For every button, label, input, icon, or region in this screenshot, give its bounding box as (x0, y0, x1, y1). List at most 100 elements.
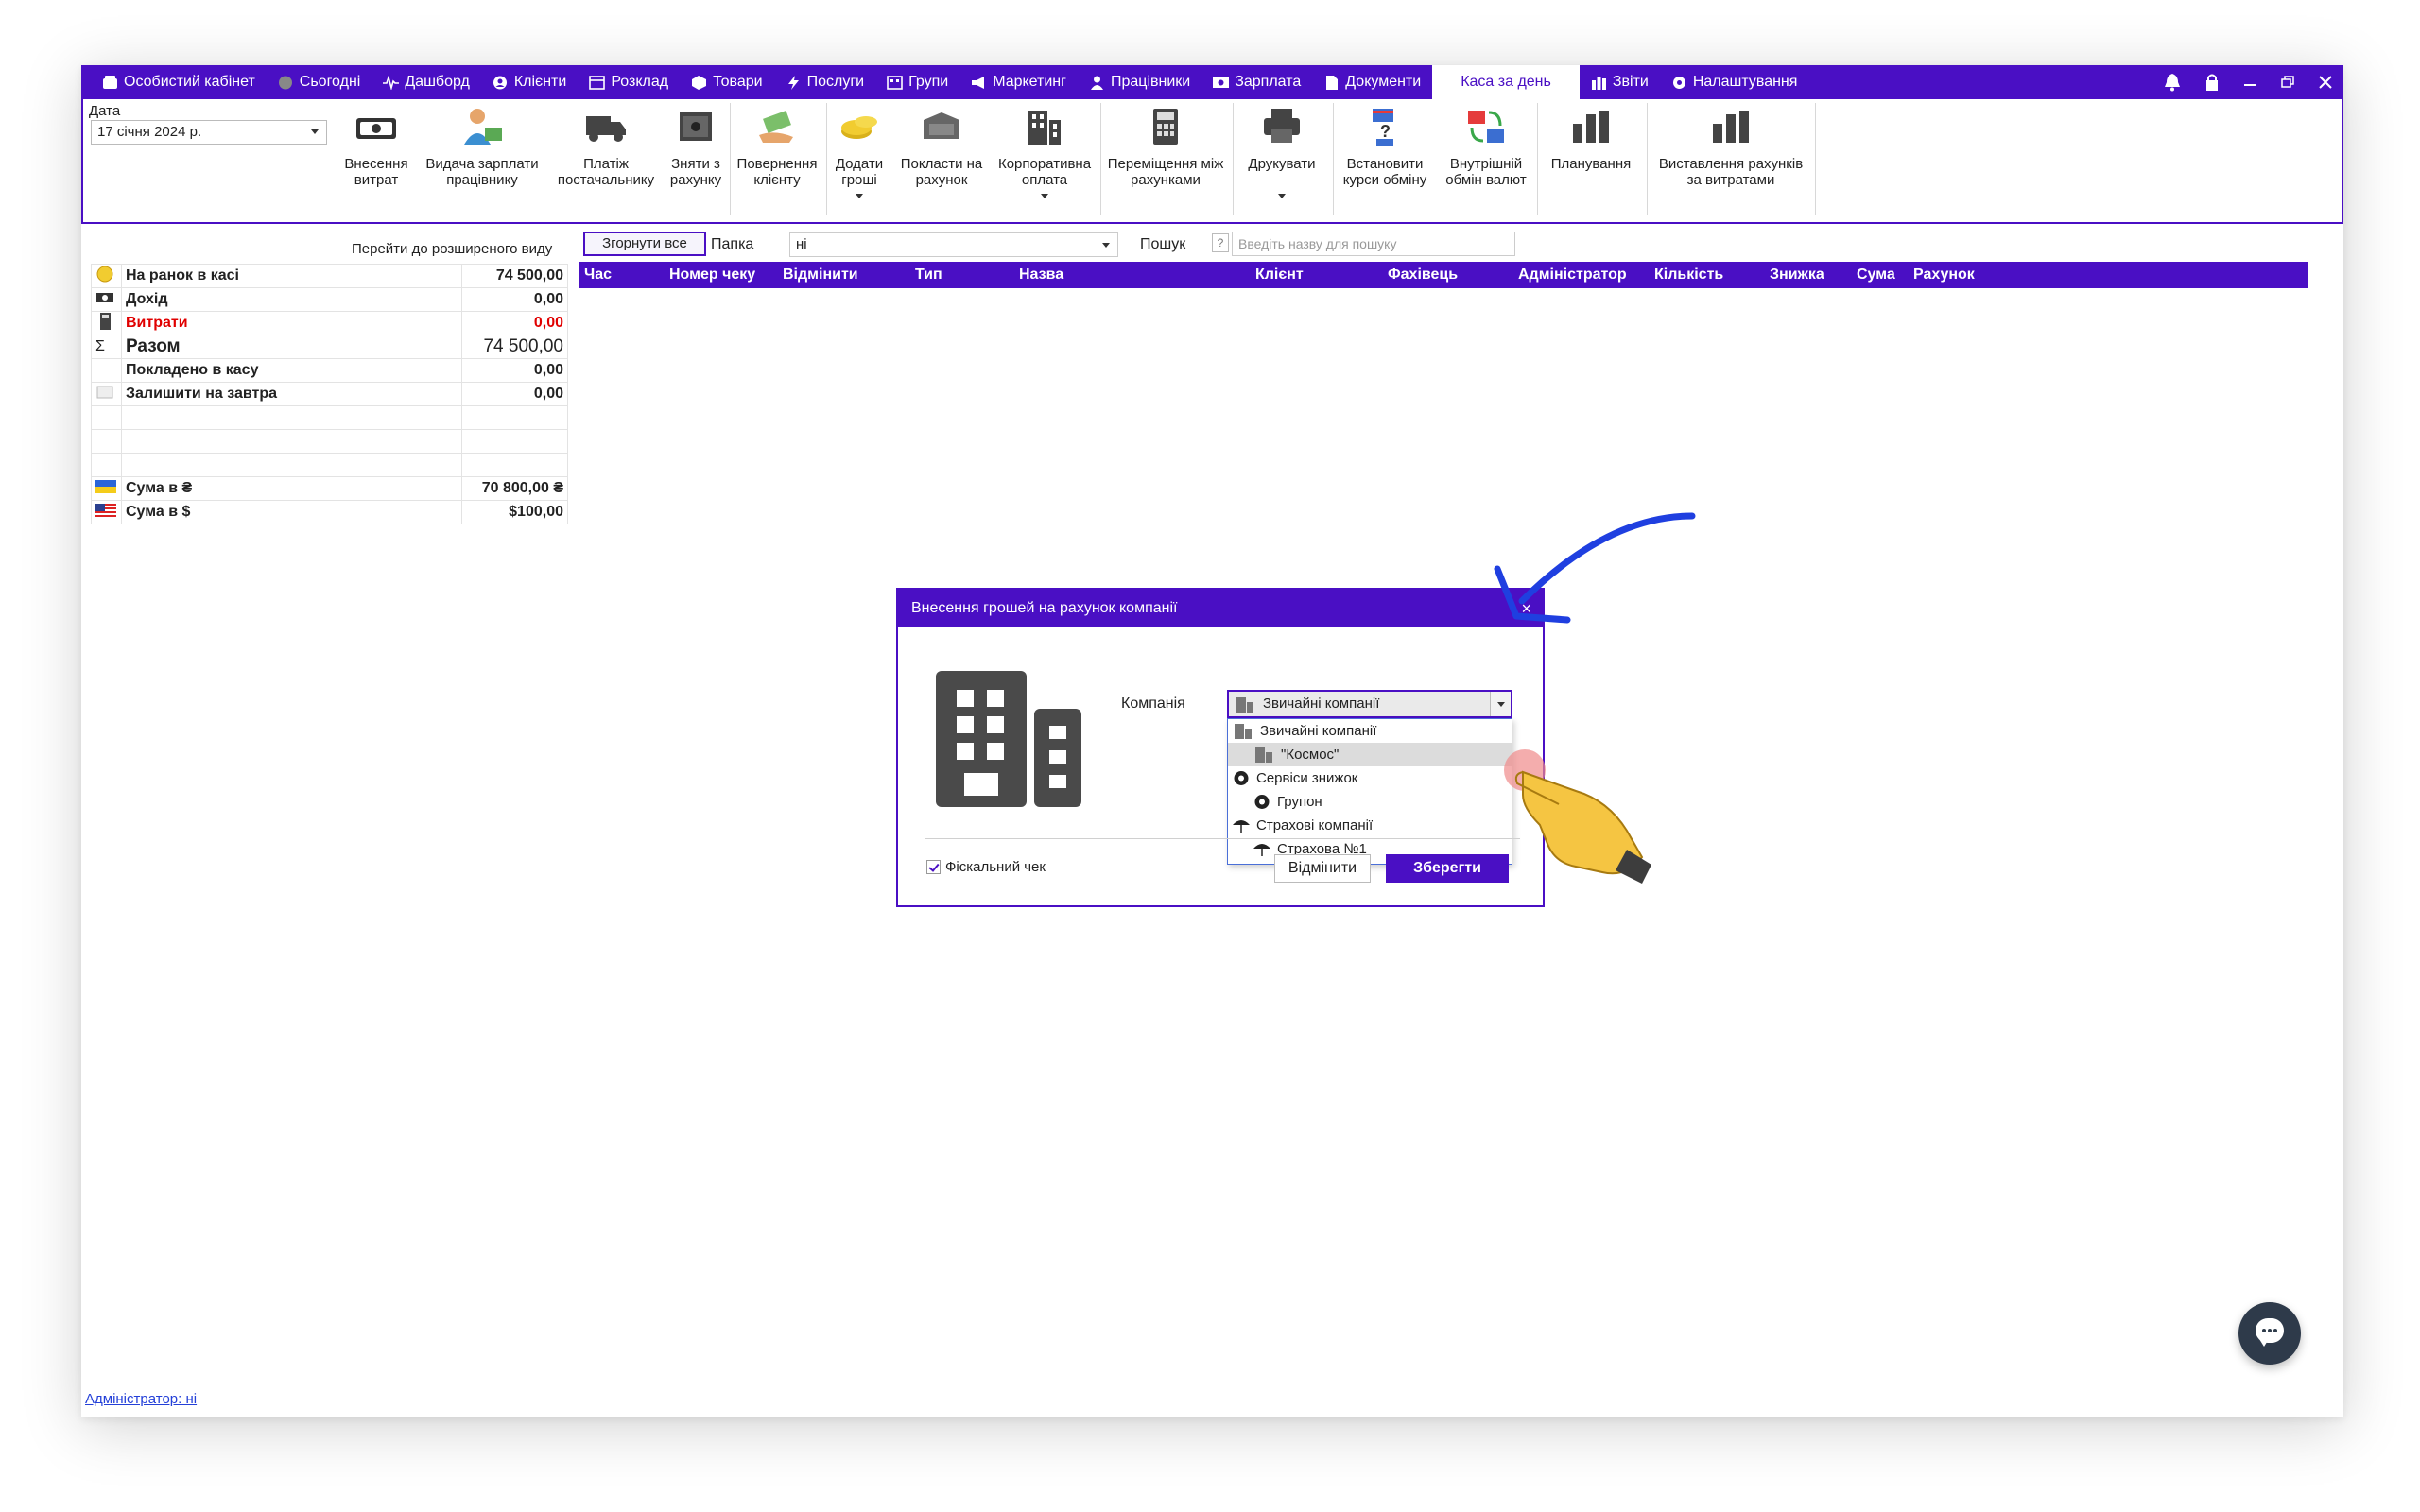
label-line1: Корпоративна (997, 156, 1092, 172)
list-item[interactable]: Групон (1228, 790, 1512, 814)
list-item[interactable]: "Космос" (1228, 743, 1512, 766)
add-money-button[interactable]: Додати гроші (828, 105, 890, 198)
nav-groups[interactable]: Групи (875, 65, 959, 99)
print-button[interactable]: Друкувати (1235, 105, 1329, 198)
date-picker[interactable]: 17 січня 2024 р. (91, 120, 327, 145)
minimize-icon[interactable] (2243, 76, 2256, 89)
chat-button[interactable] (2238, 1302, 2301, 1365)
list-item[interactable]: Сервіси знижок (1228, 766, 1512, 790)
deposit-to-account-button[interactable]: Покласти на рахунок (892, 105, 991, 188)
label-line2: гроші (841, 172, 877, 188)
nav-settings[interactable]: Налаштування (1660, 65, 1809, 99)
list-item[interactable]: Звичайні компанії (1228, 719, 1512, 743)
column-header[interactable]: Рахунок (1913, 266, 1975, 284)
column-header[interactable]: Тип (915, 266, 942, 284)
close-icon[interactable] (2319, 76, 2332, 89)
nav-personal-cabinet[interactable]: Особистий кабінет (91, 65, 267, 99)
planning-button[interactable]: Планування (1539, 105, 1643, 172)
search-label: Пошук (1140, 236, 1186, 252)
user-circle-icon (493, 76, 507, 89)
administrator-link[interactable]: Адміністратор: ні (85, 1391, 197, 1407)
nav-salary[interactable]: Зарплата (1201, 65, 1312, 99)
expense-invoicing-button[interactable]: Виставлення рахунків за витратами (1649, 105, 1813, 188)
truck-icon (586, 116, 626, 142)
pay-salary-button[interactable]: Видача зарплати працівнику (422, 105, 543, 188)
checkbox-checked-icon (926, 860, 941, 874)
client-refund-button[interactable]: Повернення клієнту (732, 105, 822, 188)
table-row (91, 429, 568, 454)
table-row: На ранок в касі 74 500,00 (91, 264, 568, 288)
column-header[interactable]: Знижка (1770, 266, 1824, 284)
column-header[interactable]: Адміністратор (1518, 266, 1627, 284)
chevron-down-icon (1041, 194, 1048, 198)
bell-icon[interactable] (2164, 73, 2181, 92)
label-line1: Повернення (736, 156, 818, 172)
row-value: 0,00 (461, 358, 568, 383)
building-icon (1255, 747, 1272, 763)
nav-label: Документи (1345, 74, 1422, 90)
column-header[interactable]: Фахівець (1388, 266, 1458, 284)
nav-reports[interactable]: Звіти (1580, 65, 1660, 99)
folder-select[interactable]: ні (789, 232, 1118, 257)
set-exchange-rates-button[interactable]: ? Встановити курси обміну (1335, 105, 1435, 188)
coins-icon (841, 116, 877, 139)
nav-employees[interactable]: Працівники (1078, 65, 1201, 99)
flag-us-icon (95, 503, 116, 517)
column-header[interactable]: Номер чеку (669, 266, 755, 284)
label-line2: витрат (354, 172, 399, 188)
company-selected-value: Звичайні компанії (1263, 696, 1380, 712)
lock-icon[interactable] (2205, 73, 2219, 92)
flag-ua-icon (95, 479, 116, 493)
nav-dashboard[interactable]: Дашборд (372, 65, 481, 99)
label-line2: курси обміну (1342, 172, 1427, 188)
arrow-annotation-icon (1494, 512, 1696, 624)
box-icon (692, 75, 707, 90)
row-label: Разом (121, 335, 462, 359)
person-icon (1090, 76, 1103, 90)
folder-label: Папка (711, 236, 754, 252)
nav-label: Налаштування (1692, 74, 1798, 90)
ribbon-separator (1333, 103, 1334, 215)
nav-today[interactable]: Сьогодні (267, 65, 372, 99)
search-input[interactable]: Введіть назву для пошуку (1232, 232, 1515, 256)
row-value: 0,00 (461, 382, 568, 406)
employee-money-icon (464, 109, 502, 145)
supplier-payment-button[interactable]: Платіж постачальнику (550, 105, 662, 188)
column-header[interactable]: Час (584, 266, 612, 284)
internal-currency-exchange-button[interactable]: Внутрішній обмін валют (1439, 105, 1533, 188)
list-item[interactable]: Страхові компанії (1228, 814, 1512, 837)
ribbon-separator (1815, 103, 1816, 215)
option-label: Групон (1277, 794, 1322, 810)
column-header[interactable]: Відмінити (783, 266, 858, 284)
transfer-between-accounts-button[interactable]: Переміщення між рахунками (1102, 105, 1229, 188)
fiscal-receipt-checkbox[interactable]: Фіскальний чек (926, 859, 1046, 875)
nav-daily-cash[interactable]: Каса за день (1432, 65, 1580, 99)
building-icon (1028, 111, 1061, 145)
nav-schedule[interactable]: Розклад (578, 65, 680, 99)
nav-clients[interactable]: Клієнти (481, 65, 578, 99)
collapse-all-button[interactable]: Згорнути все (583, 232, 706, 256)
search-help-icon[interactable]: ? (1212, 233, 1229, 252)
nav-services[interactable]: Послуги (774, 65, 876, 99)
corporate-payment-button[interactable]: Корпоративна оплата (993, 105, 1097, 198)
withdraw-button[interactable]: Зняти з рахунку (666, 105, 726, 188)
column-header[interactable]: Клієнт (1255, 266, 1304, 284)
document-icon (1326, 75, 1339, 90)
company-select[interactable]: Звичайні компанії (1227, 690, 1512, 718)
nav-marketing[interactable]: Маркетинг (959, 65, 1078, 99)
date-label: Дата (89, 103, 121, 119)
dropdown-button[interactable] (1490, 692, 1511, 716)
label-line1: Планування (1550, 156, 1632, 172)
cancel-button[interactable]: Відмінити (1274, 854, 1371, 883)
nav-documents[interactable]: Документи (1312, 65, 1432, 99)
pointer-hand-icon (1504, 749, 1651, 884)
add-expense-button[interactable]: Внесення витрат (338, 105, 414, 188)
column-header[interactable]: Назва (1019, 266, 1063, 284)
row-value: 74 500,00 (461, 335, 568, 359)
column-header[interactable]: Сума (1857, 266, 1895, 284)
restore-icon[interactable] (2281, 76, 2294, 89)
nav-products[interactable]: Товари (680, 65, 773, 99)
ribbon-separator (826, 103, 827, 215)
column-header[interactable]: Кількість (1654, 266, 1723, 284)
advanced-view-link[interactable]: Перейти до розширеного виду (352, 241, 552, 257)
